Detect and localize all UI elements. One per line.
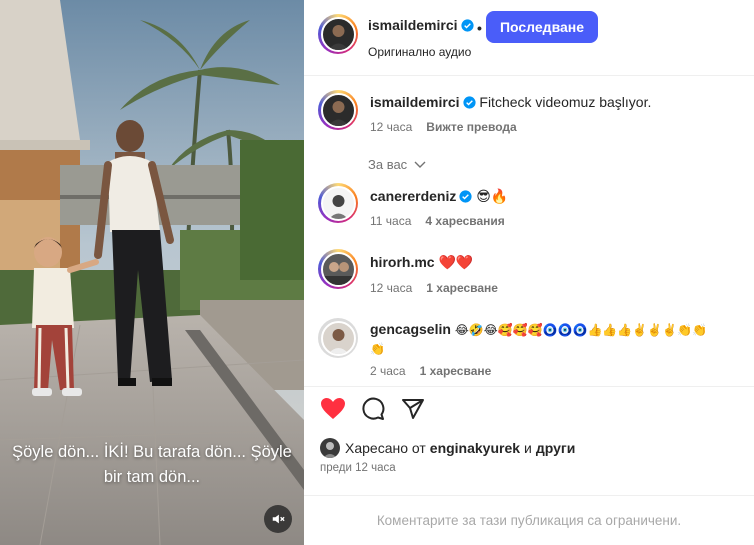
comment-text: ❤️❤️: [438, 255, 474, 271]
verified-badge-icon: [462, 96, 476, 109]
post-details-pane: ismaildemirci • Последване Оригинално ау…: [304, 0, 754, 545]
video-caption: Şöyle dön... İKİ! Bu tarafa dön... Şöyle…: [12, 443, 292, 486]
verified-badge-icon: [460, 19, 474, 32]
comment-time: 12 часа: [370, 281, 413, 295]
separator-dot: •: [477, 20, 482, 36]
comment-avatar[interactable]: [318, 183, 358, 223]
comment-time: 11 часа: [370, 214, 412, 228]
comment-text: 😂🤣😂🥰🥰🥰🧿🧿🧿👍👍👍✌️✌️✌️👏👏: [454, 323, 707, 337]
comment-icon[interactable]: [361, 397, 385, 421]
post-time: преди 12 часа: [320, 462, 396, 474]
caption-text: Fitcheck videomuz başlıyor.: [479, 94, 652, 110]
comments-restricted-notice: Коментарите за тази публикация са ограни…: [304, 495, 754, 545]
verified-badge-icon: [459, 190, 472, 203]
author-username[interactable]: ismaildemirci: [368, 17, 458, 33]
comment-likes[interactable]: 4 харесвания: [425, 214, 504, 228]
liked-by-row: Харесано от enginakyurek и други: [320, 438, 579, 458]
mute-toggle-button[interactable]: [264, 505, 292, 533]
post-header: ismaildemirci • Последване Оригинално ау…: [304, 0, 754, 76]
comment-text: 😎🔥: [476, 189, 509, 205]
comment-item: hirorh.mc ❤️❤️ 12 часа 1 харесване: [318, 249, 748, 299]
comment-filter-label: За вас: [368, 157, 408, 172]
chevron-down-icon: [414, 161, 426, 168]
comment-filter-dropdown[interactable]: За вас: [368, 157, 426, 172]
author-avatar[interactable]: [318, 14, 358, 54]
see-translation-button[interactable]: Вижте превода: [426, 120, 516, 134]
comment-username[interactable]: hirorh.mc: [370, 254, 435, 270]
comment-username[interactable]: canererdeniz: [370, 188, 456, 204]
comment-item: gencagselin 😂🤣😂🥰🥰🥰🧿🧿🧿👍👍👍✌️✌️✌️👏👏 👏 2 час…: [318, 316, 748, 386]
speaker-muted-icon: [272, 514, 285, 524]
liked-by-user[interactable]: enginakyurek: [430, 440, 520, 456]
liked-by-others[interactable]: други: [536, 440, 575, 456]
follow-button[interactable]: Последване: [486, 11, 598, 43]
comment-item: canererdeniz 😎🔥 11 часа 4 харесвания: [318, 183, 748, 233]
share-icon[interactable]: [401, 397, 425, 421]
comment-avatar[interactable]: [318, 249, 358, 289]
caption-time: 12 часа: [370, 120, 413, 134]
comment-likes[interactable]: 1 харесване: [426, 281, 498, 295]
comment-text-continued: 👏: [370, 342, 385, 356]
comment-username[interactable]: gencagselin: [370, 321, 451, 337]
post-actions: Харесано от enginakyurek и други преди 1…: [304, 386, 754, 545]
post-video[interactable]: Şöyle dön... İKİ! Bu tarafa dön... Şöyle…: [0, 0, 304, 545]
comment-time: 2 часа: [370, 364, 406, 378]
liker-avatar[interactable]: [320, 438, 340, 458]
post-caption: ismaildemirci Fitcheck videomuz başlıyor…: [318, 90, 748, 150]
original-audio-link[interactable]: Оригинално аудио: [368, 45, 471, 59]
liked-by-prefix: Харесано от: [345, 440, 426, 456]
heart-filled-icon[interactable]: [320, 397, 346, 421]
liked-by-and: и: [524, 440, 532, 456]
caption-avatar[interactable]: [318, 90, 358, 130]
caption-username[interactable]: ismaildemirci: [370, 94, 460, 110]
comment-avatar[interactable]: [318, 318, 358, 358]
comments-section: ismaildemirci Fitcheck videomuz başlıyor…: [304, 76, 754, 386]
comment-likes[interactable]: 1 харесване: [420, 364, 492, 378]
